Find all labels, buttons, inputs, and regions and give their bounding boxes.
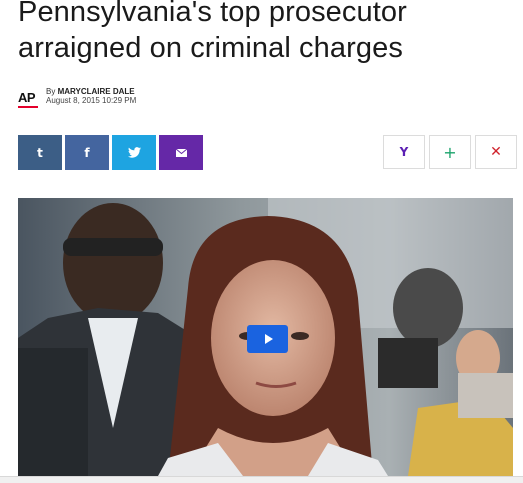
video-player[interactable] bbox=[18, 198, 513, 476]
article-actions: Y + ✕ bbox=[383, 135, 517, 169]
twitter-share-button[interactable] bbox=[112, 135, 156, 170]
mail-share-button[interactable] bbox=[159, 135, 203, 170]
tumblr-icon: t bbox=[37, 145, 43, 160]
byline: AP By MARYCLAIRE DALE August 8, 2015 10:… bbox=[18, 87, 136, 113]
article-headline: Pennsylvania's top prosecutor arraigned … bbox=[18, 0, 407, 64]
byline-prefix: By bbox=[46, 87, 56, 96]
share-buttons: t f bbox=[18, 135, 203, 170]
envelope-icon bbox=[175, 148, 187, 157]
close-button[interactable]: ✕ bbox=[475, 135, 517, 169]
yahoo-button[interactable]: Y bbox=[383, 135, 425, 169]
add-button[interactable]: + bbox=[429, 135, 471, 169]
yahoo-icon: Y bbox=[399, 145, 409, 159]
facebook-icon: f bbox=[84, 145, 90, 160]
author-name[interactable]: MARYCLAIRE DALE bbox=[58, 87, 135, 96]
play-icon bbox=[264, 334, 273, 344]
facebook-share-button[interactable]: f bbox=[65, 135, 109, 170]
close-icon: ✕ bbox=[490, 144, 502, 160]
publish-date: August 8, 2015 10:29 PM bbox=[46, 96, 137, 105]
tumblr-share-button[interactable]: t bbox=[18, 135, 62, 170]
ap-logo: AP bbox=[18, 91, 38, 111]
play-button[interactable] bbox=[247, 325, 288, 353]
bird-icon bbox=[127, 147, 141, 158]
byline-text: By MARYCLAIRE DALE August 8, 2015 10:29 … bbox=[46, 87, 136, 105]
plus-icon: + bbox=[443, 142, 457, 162]
